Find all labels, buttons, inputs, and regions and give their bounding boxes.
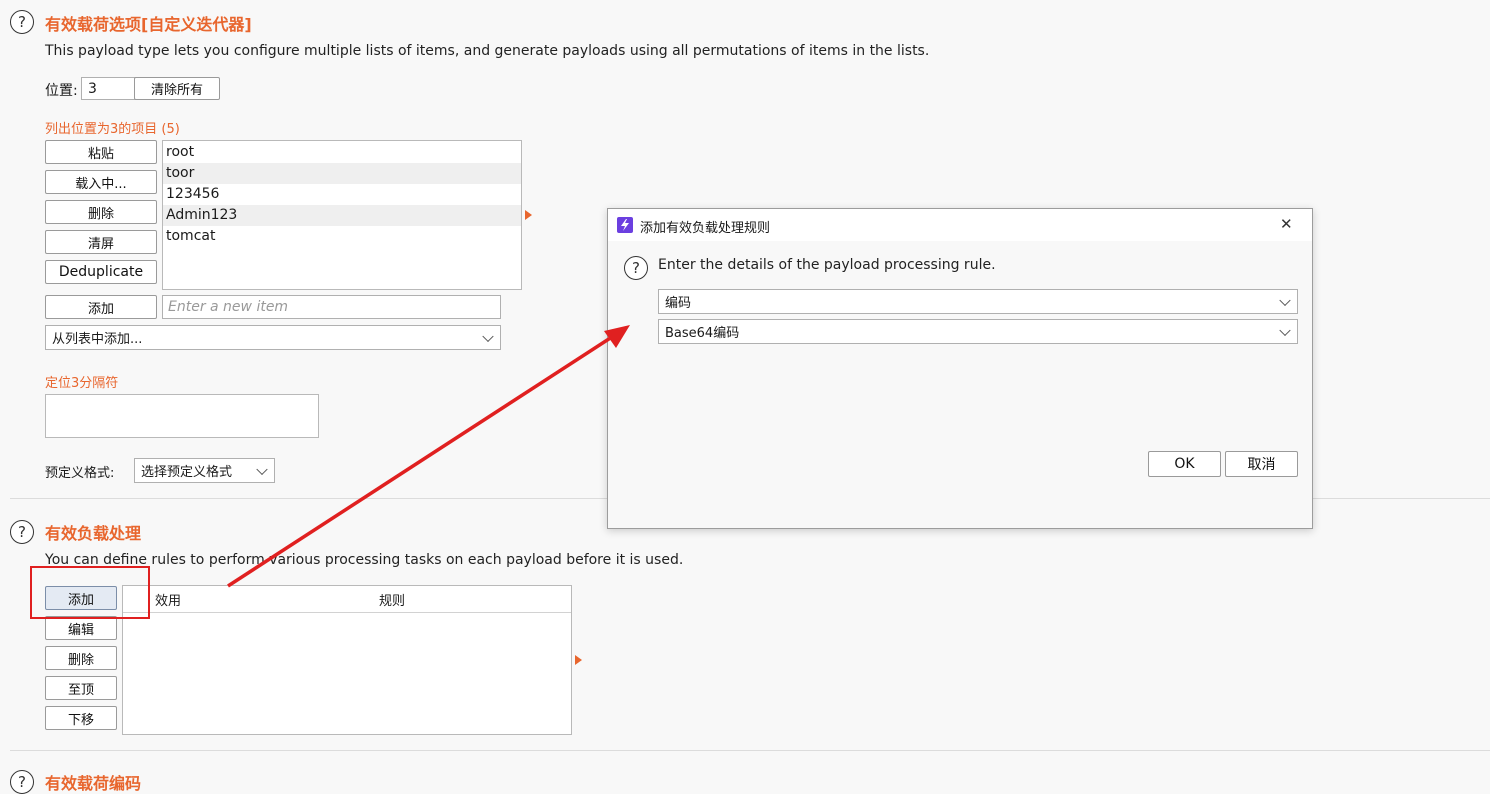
help-icon[interactable]: ? [624, 256, 648, 280]
separator-field[interactable] [45, 394, 319, 438]
move-down-button[interactable]: 下移 [45, 706, 117, 730]
processing-rules-table[interactable]: 效用 规则 [122, 585, 572, 735]
new-item-placeholder: Enter a new item [168, 299, 289, 315]
payload-item-list[interactable]: root toor 123456 Admin123 tomcat [162, 140, 522, 290]
ok-button[interactable]: OK [1148, 451, 1221, 477]
separator-label: 定位3分隔符 [45, 376, 119, 391]
clear-all-button[interactable]: 清除所有 [134, 77, 220, 100]
rule-type-select[interactable]: 编码 [658, 289, 1298, 314]
list-item[interactable]: tomcat [163, 226, 521, 247]
list-item[interactable]: root [163, 142, 521, 163]
help-icon[interactable]: ? [10, 10, 34, 34]
column-header-rule[interactable]: 规则 [213, 586, 571, 613]
list-label: 列出位置为3的项目 (5) [45, 122, 180, 137]
rule-value-value: Base64编码 [665, 326, 740, 341]
predefined-format-value: 选择预定义格式 [141, 465, 233, 480]
list-item[interactable]: toor [163, 163, 521, 184]
remove-rule-button[interactable]: 删除 [45, 646, 117, 670]
help-icon[interactable]: ? [10, 520, 34, 544]
load-button[interactable]: 载入中... [45, 170, 157, 194]
remove-button[interactable]: 删除 [45, 200, 157, 224]
list-item[interactable]: 123456 [163, 184, 521, 205]
expand-arrow-icon[interactable] [525, 210, 532, 220]
cancel-button[interactable]: 取消 [1225, 451, 1298, 477]
dialog-titlebar[interactable]: 添加有效负载处理规则 ✕ [608, 209, 1312, 241]
predefined-format-label: 预定义格式: [45, 466, 115, 481]
list-item[interactable]: Admin123 [163, 205, 521, 226]
add-processing-rule-dialog[interactable]: 添加有效负载处理规则 ✕ ? Enter the details of the … [607, 208, 1313, 529]
rule-value-select[interactable]: Base64编码 [658, 319, 1298, 344]
close-icon[interactable]: ✕ [1280, 215, 1293, 233]
move-top-button[interactable]: 至顶 [45, 676, 117, 700]
predefined-format-select[interactable]: 选择预定义格式 [134, 458, 275, 483]
payload-options-title: 有效载荷选项[自定义迭代器] [45, 15, 252, 34]
annotation-highlight-box [30, 566, 150, 619]
paste-button[interactable]: 粘贴 [45, 140, 157, 164]
edit-rule-button[interactable]: 编辑 [45, 616, 117, 640]
position-field[interactable]: 3 [81, 77, 137, 100]
dialog-prompt: Enter the details of the payload process… [658, 257, 996, 273]
deduplicate-button[interactable]: Deduplicate [45, 260, 157, 284]
payload-options-description: This payload type lets you configure mul… [45, 43, 930, 59]
encoding-section-title: 有效载荷编码 [45, 774, 142, 793]
chevron-down-icon [256, 463, 268, 475]
new-item-input[interactable]: Enter a new item [162, 295, 501, 319]
rule-type-value: 编码 [665, 296, 692, 311]
position-label: 位置: [45, 83, 78, 99]
processing-title: 有效负载处理 [45, 524, 142, 543]
add-from-list-value: 从列表中添加... [52, 332, 143, 347]
add-from-list-select[interactable]: 从列表中添加... [45, 325, 501, 350]
chevron-down-icon [482, 330, 494, 342]
chevron-down-icon [1279, 294, 1291, 306]
chevron-down-icon [1279, 324, 1291, 336]
burp-lightning-icon [617, 217, 633, 233]
dialog-title: 添加有效负载处理规则 [640, 221, 771, 236]
clear-button[interactable]: 清屏 [45, 230, 157, 254]
section-divider [10, 750, 1490, 751]
help-icon[interactable]: ? [10, 770, 34, 794]
expand-arrow-icon[interactable] [575, 655, 582, 665]
dialog-body: ? Enter the details of the payload proce… [608, 241, 1312, 528]
add-item-button[interactable]: 添加 [45, 295, 157, 319]
